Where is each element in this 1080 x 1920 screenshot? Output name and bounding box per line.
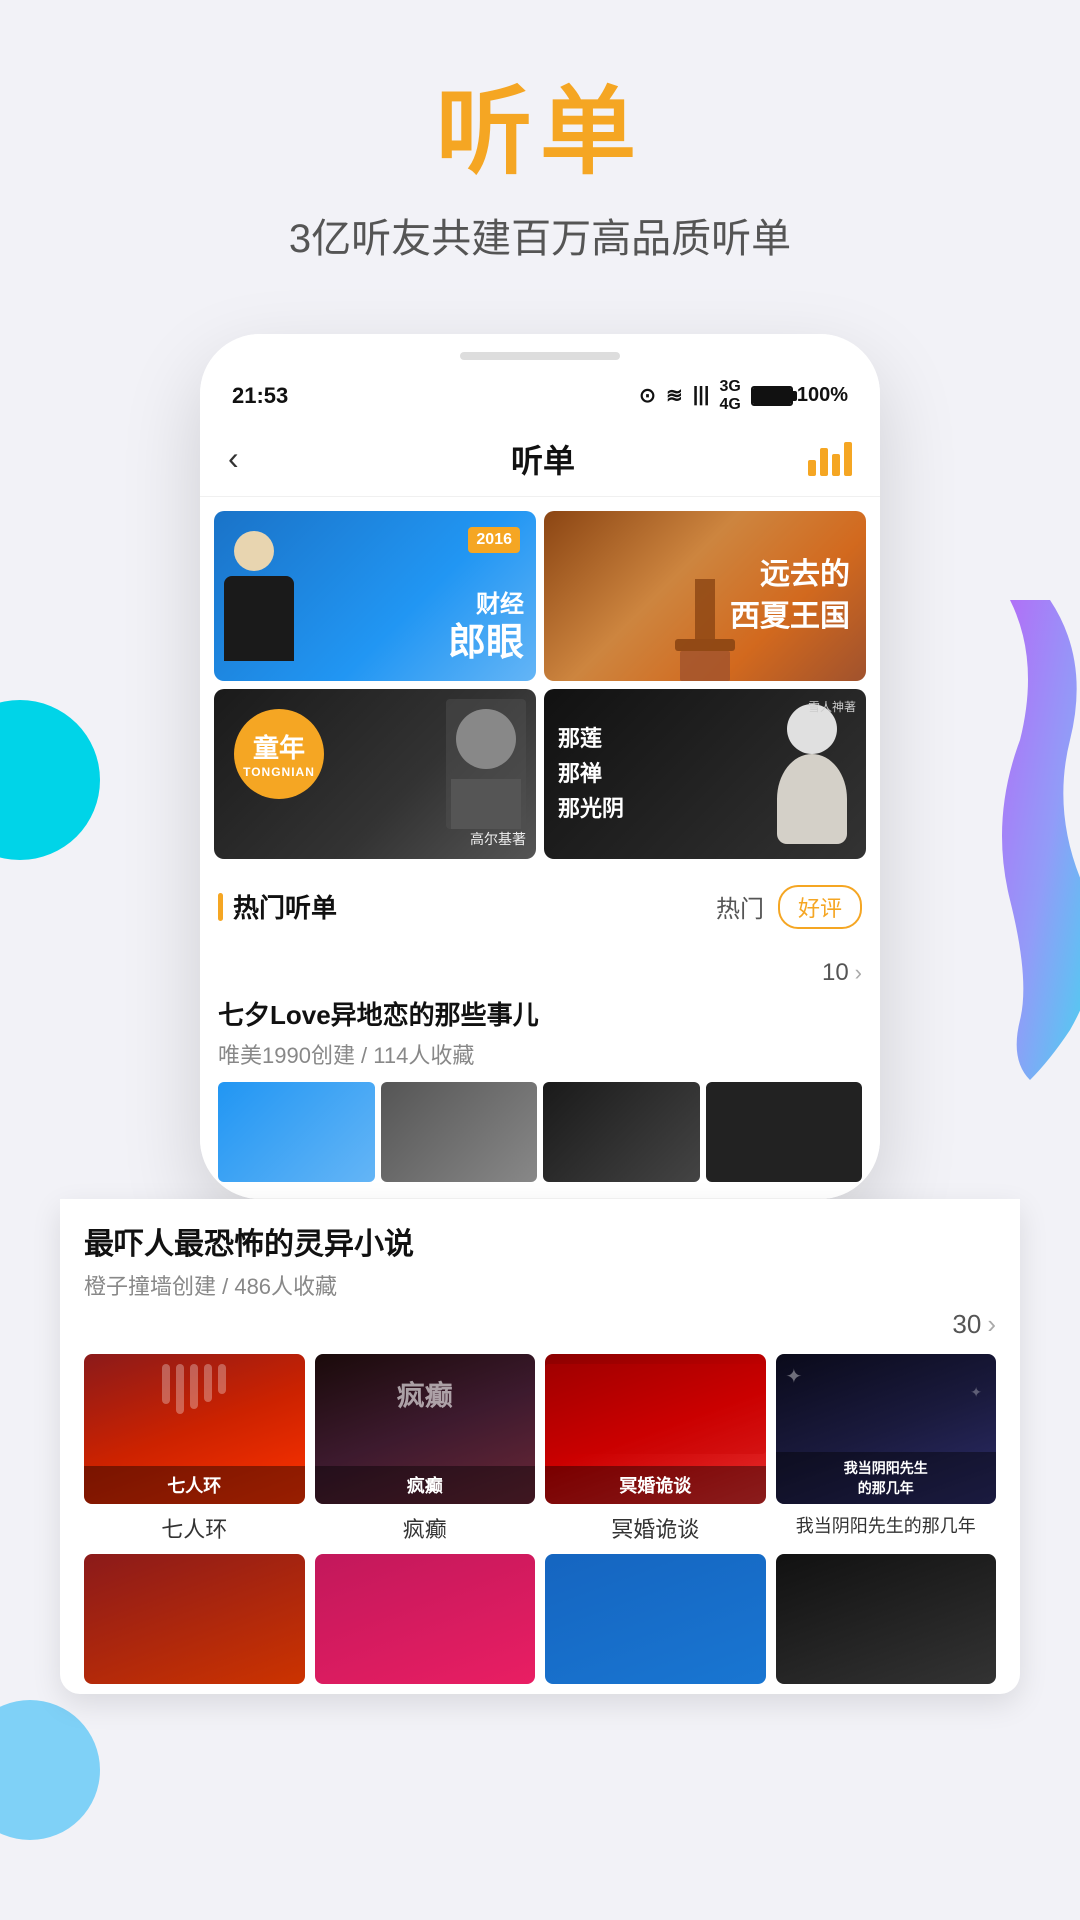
- chevron-right-icon-1: ›: [855, 960, 862, 986]
- banner3-circle: 童年 TONGNIAN: [234, 709, 324, 799]
- chart-bar-1: [808, 460, 816, 476]
- phone-top-bar: [200, 334, 880, 370]
- bottom-thumb-4: [776, 1554, 997, 1684]
- thumb-1-3: [543, 1082, 700, 1182]
- network-icon: 3G4G: [720, 378, 741, 414]
- playlist-thumbnails-1: [218, 1082, 862, 1182]
- book-item-2[interactable]: 疯癫 疯癫 疯癫: [315, 1354, 536, 1544]
- thumb-1-4: [706, 1082, 863, 1182]
- book-item-4[interactable]: 我当阴阳先生的那几年 ✦ ✦ 我当阴阳先生的那几年: [776, 1354, 997, 1544]
- status-time: 21:53: [232, 383, 288, 409]
- section-title: 热门听单: [233, 888, 337, 925]
- phone-frame: 21:53 ⊙ ≋ ||| 3G4G 100% ‹ 听单: [200, 334, 880, 1199]
- playlist-item-1[interactable]: 10 › 七夕Love异地恋的那些事儿 唯美1990创建 / 114人收藏: [200, 943, 880, 1199]
- banner-card-4[interactable]: 那莲 那禅 那光阴 雪人神著: [544, 689, 866, 859]
- deco-blue-circle-bottom: [0, 1700, 100, 1840]
- status-right: ⊙ ≋ ||| 3G4G 100%: [639, 378, 848, 414]
- bottom-thumb-3: [545, 1554, 766, 1684]
- section-header: 热门听单 热门 好评: [200, 867, 880, 943]
- navbar-title: 听单: [511, 436, 575, 482]
- book-cn-title-3: 冥婚诡谈: [551, 1472, 760, 1498]
- book-item-1[interactable]: 七人环 七人环: [84, 1354, 305, 1544]
- book-name-3: 冥婚诡谈: [545, 1512, 766, 1544]
- playlist-card-2-meta: 橙子撞墙创建 / 486人收藏: [84, 1269, 996, 1301]
- phone-notch: [460, 352, 620, 360]
- banner4-text: 那莲 那禅 那光阴: [558, 721, 624, 827]
- chart-icon[interactable]: [808, 442, 852, 476]
- wifi-icon: ≋: [666, 383, 683, 408]
- chart-bar-2: [820, 448, 828, 476]
- book-item-3[interactable]: 冥婚诡谈 冥婚诡谈: [545, 1354, 766, 1544]
- banner-card-2[interactable]: 远去的西夏王国: [544, 511, 866, 681]
- book-name-1: 七人环: [84, 1512, 305, 1544]
- book-name-4: 我当阴阳先生的那几年: [776, 1512, 997, 1538]
- playlist-count-2: 30: [952, 1309, 981, 1340]
- banner-card-3[interactable]: 童年 TONGNIAN 高尔基著: [214, 689, 536, 859]
- phone-mockup: 21:53 ⊙ ≋ ||| 3G4G 100% ‹ 听单: [0, 334, 1080, 1199]
- bottom-thumb-1: [84, 1554, 305, 1684]
- book-name-2: 疯癫: [315, 1512, 536, 1544]
- alarm-icon: ⊙: [639, 383, 656, 408]
- book-thumb-4: 我当阴阳先生的那几年 ✦ ✦: [776, 1354, 997, 1504]
- book-thumb-1: 七人环: [84, 1354, 305, 1504]
- battery-percent: 100%: [797, 384, 848, 407]
- app-navbar: ‹ 听单: [200, 422, 880, 497]
- banner1-year: 2016: [468, 527, 520, 553]
- filter-badge-good[interactable]: 好评: [778, 885, 862, 929]
- thumb-1-2: [381, 1082, 538, 1182]
- banner-grid: 2016 财经 郎眼 远去的西夏王国: [200, 497, 880, 867]
- banner3-author: 高尔基著: [470, 829, 526, 849]
- section-accent-bar: [218, 893, 223, 921]
- chevron-right-icon-2: ›: [987, 1309, 996, 1340]
- book-thumbnails: 七人环 七人环 疯癫 疯癫 疯癫: [84, 1354, 996, 1544]
- bottom-thumbnails: [84, 1554, 996, 1694]
- book-thumb-3: 冥婚诡谈: [545, 1354, 766, 1504]
- book-thumb-2: 疯癫 疯癫: [315, 1354, 536, 1504]
- bottom-thumb-2: [315, 1554, 536, 1684]
- playlist-meta-1: 唯美1990创建 / 114人收藏: [218, 1038, 862, 1070]
- book-cn-title-1: 七人环: [90, 1472, 299, 1498]
- back-button[interactable]: ‹: [228, 440, 278, 477]
- banner4-subtitle: 雪人神著: [808, 699, 856, 716]
- banner-card-1[interactable]: 2016 财经 郎眼: [214, 511, 536, 681]
- battery-icon: 100%: [751, 384, 848, 407]
- section-filters: 热门 好评: [716, 885, 862, 929]
- chart-bar-4: [844, 442, 852, 476]
- playlist-card-2-title: 最吓人最恐怖的灵异小说: [84, 1219, 996, 1263]
- signal-icon: |||: [693, 384, 710, 407]
- thumb-1-1: [218, 1082, 375, 1182]
- section-title-area: 热门听单: [218, 888, 337, 925]
- banner1-title: 财经 郎眼: [448, 585, 524, 667]
- playlist-title-1: 七夕Love异地恋的那些事儿: [218, 995, 862, 1032]
- filter-hot[interactable]: 热门: [716, 889, 764, 924]
- book-cn-title-2: 疯癫: [321, 1472, 530, 1498]
- page-header: 听单 3亿听友共建百万高品质听单: [0, 0, 1080, 304]
- count-right-area: 30 ›: [84, 1309, 996, 1340]
- chart-bar-3: [832, 454, 840, 476]
- status-bar: 21:53 ⊙ ≋ ||| 3G4G 100%: [200, 370, 880, 422]
- banner2-title: 远去的西夏王国: [730, 554, 850, 638]
- page-subtitle: 3亿听友共建百万高品质听单: [0, 206, 1080, 264]
- book-cn-title-4: 我当阴阳先生的那几年: [782, 1458, 991, 1498]
- page-main-title: 听单: [0, 80, 1080, 186]
- playlist-count-1: 10: [822, 959, 849, 987]
